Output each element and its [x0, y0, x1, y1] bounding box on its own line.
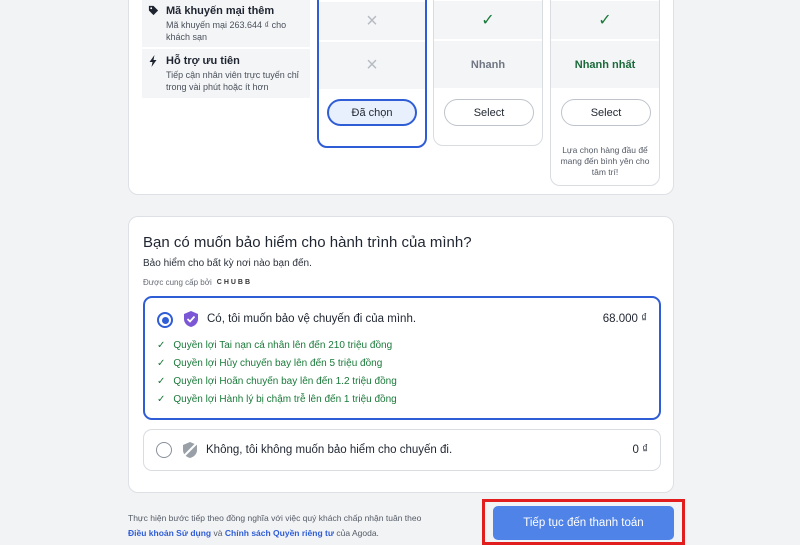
- benefit-item: ✓ Quyền lợi Hủy chuyến bay lên đến 5 triệ…: [157, 358, 382, 369]
- recommendation-note: Lựa chọn hàng đầu để mang đến bình yên c…: [560, 145, 650, 177]
- plan-cell: ✓: [551, 1, 659, 39]
- insurance-no-option[interactable]: Không, tôi không muốn bảo hiểm cho chuyế…: [143, 429, 661, 471]
- shield-check-icon: [182, 310, 200, 328]
- support-speed: Nhanh nhất: [574, 58, 636, 71]
- insurance-no-price: 0 ₫: [632, 444, 649, 456]
- insurance-no-label: Không, tôi không muốn bảo hiểm cho chuyế…: [206, 444, 453, 456]
- selected-plan-button[interactable]: Đã chọn: [327, 99, 417, 126]
- check-icon: ✓: [157, 376, 166, 387]
- benefit-text: Quyền lợi Hủy chuyến bay lên đến 5 triệu…: [173, 358, 383, 369]
- feature-title: Mã khuyến mại thêm: [166, 5, 275, 17]
- support-speed: Nhanh: [470, 58, 506, 71]
- terms-link[interactable]: Điều khoản Sử dụng: [128, 528, 211, 538]
- feature-desc: Mã khuyến mại 263.644 ₫ cho khách sạn: [166, 20, 287, 42]
- check-icon: ✓: [157, 340, 166, 351]
- plan-cell: Nhanh: [434, 41, 542, 88]
- shield-off-icon: [181, 441, 199, 459]
- radio-no[interactable]: [156, 442, 172, 458]
- privacy-link[interactable]: Chính sách Quyền riêng tư: [225, 528, 334, 538]
- select-plan-button[interactable]: Select: [444, 99, 534, 126]
- of-text: của Agoda.: [336, 528, 379, 538]
- benefit-item: ✓ Quyền lợi Hoãn chuyến bay lên đến 1.2 t…: [157, 376, 397, 387]
- plan-column-basic: × × Đã chọn: [317, 0, 427, 148]
- feature-title: Hỗ trợ ưu tiên: [166, 55, 240, 67]
- insurance-title: Bạn có muốn bảo hiểm cho hành trình của …: [143, 234, 472, 251]
- select-plan-button[interactable]: Select: [561, 99, 651, 126]
- feature-row-promo: Mã khuyến mại thêm Mã khuyến mại 263.644…: [142, 0, 310, 47]
- check-icon: ✓: [481, 12, 495, 29]
- feature-row-support: Hỗ trợ ưu tiên Tiếp cận nhân viên trực t…: [142, 49, 310, 98]
- plan-cell: Nhanh nhất: [551, 41, 659, 88]
- continue-to-payment-button[interactable]: Tiếp tục đến thanh toán: [493, 506, 674, 540]
- benefit-item: ✓ Quyền lợi Hành lý bị chậm trễ lên đến 1…: [157, 394, 397, 405]
- cross-icon: ×: [366, 9, 378, 32]
- check-icon: ✓: [157, 358, 166, 369]
- plan-cell: ×: [319, 2, 425, 40]
- plan-cell: ×: [319, 42, 425, 89]
- and-text: và: [213, 528, 223, 538]
- legal-notice: Thực hiện bước tiếp theo đồng nghĩa với …: [128, 511, 468, 541]
- provider-line: Được cung cấp bởi CHUBB: [143, 278, 252, 287]
- cross-icon: ×: [366, 54, 378, 76]
- provided-by-label: Được cung cấp bởi: [143, 278, 212, 287]
- tag-icon: [148, 5, 159, 19]
- check-icon: ✓: [157, 394, 166, 405]
- lightning-icon: [148, 55, 159, 70]
- check-icon: ✓: [598, 12, 612, 29]
- feature-desc: Tiếp cận nhân viên trực tuyến chỉ trong …: [166, 70, 299, 92]
- legal-text: Thực hiện bước tiếp theo đồng nghĩa với …: [128, 513, 422, 523]
- benefit-item: ✓ Quyền lợi Tai nạn cá nhân lên đến 210 t…: [157, 340, 392, 351]
- plan-column-standard: ✓ Nhanh Select: [433, 0, 543, 146]
- insurance-subtitle: Bảo hiểm cho bất kỳ nơi nào bạn đến.: [143, 258, 312, 269]
- plan-column-premium: ✓ Nhanh nhất Select Lựa chọn hàng đầu để…: [550, 0, 660, 186]
- benefit-text: Quyền lợi Hành lý bị chậm trễ lên đến 1 …: [173, 394, 397, 405]
- benefit-text: Quyền lợi Hoãn chuyến bay lên đến 1.2 tr…: [173, 376, 397, 387]
- insurance-yes-label: Có, tôi muốn bảo vệ chuyến đi của mình.: [207, 313, 417, 325]
- radio-yes[interactable]: [157, 312, 173, 328]
- insurance-yes-price: 68.000 ₫: [602, 313, 647, 325]
- plan-cell: ✓: [434, 1, 542, 39]
- chubb-logo: CHUBB: [216, 279, 253, 286]
- benefit-text: Quyền lợi Tai nạn cá nhân lên đến 210 tr…: [173, 340, 393, 351]
- insurance-yes-option[interactable]: Có, tôi muốn bảo vệ chuyến đi của mình. …: [143, 296, 661, 420]
- insurance-card: Bạn có muốn bảo hiểm cho hành trình của …: [128, 216, 674, 493]
